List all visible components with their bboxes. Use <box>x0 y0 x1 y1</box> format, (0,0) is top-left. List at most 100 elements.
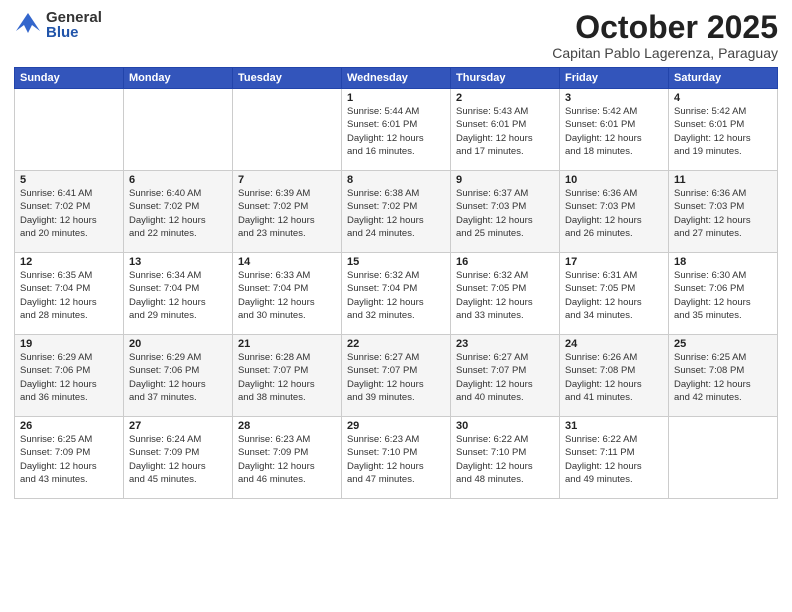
calendar-week-row: 1Sunrise: 5:44 AMSunset: 6:01 PMDaylight… <box>15 89 778 171</box>
day-number: 7 <box>238 174 336 186</box>
day-info: Sunrise: 6:29 AMSunset: 7:06 PMDaylight:… <box>20 351 118 404</box>
calendar-week-row: 5Sunrise: 6:41 AMSunset: 7:02 PMDaylight… <box>15 171 778 253</box>
day-number: 14 <box>238 256 336 268</box>
calendar-header: Sunday Monday Tuesday Wednesday Thursday… <box>15 68 778 89</box>
day-info: Sunrise: 6:28 AMSunset: 7:07 PMDaylight:… <box>238 351 336 404</box>
calendar-cell: 31Sunrise: 6:22 AMSunset: 7:11 PMDayligh… <box>560 417 669 499</box>
day-info: Sunrise: 6:22 AMSunset: 7:10 PMDaylight:… <box>456 433 554 486</box>
calendar-cell: 23Sunrise: 6:27 AMSunset: 7:07 PMDayligh… <box>451 335 560 417</box>
calendar-cell: 1Sunrise: 5:44 AMSunset: 6:01 PMDaylight… <box>342 89 451 171</box>
header-thursday: Thursday <box>451 68 560 89</box>
day-info: Sunrise: 6:39 AMSunset: 7:02 PMDaylight:… <box>238 187 336 240</box>
day-info: Sunrise: 6:32 AMSunset: 7:04 PMDaylight:… <box>347 269 445 322</box>
page: General Blue October 2025 Capitan Pablo … <box>0 0 792 612</box>
calendar-cell: 30Sunrise: 6:22 AMSunset: 7:10 PMDayligh… <box>451 417 560 499</box>
calendar-cell: 10Sunrise: 6:36 AMSunset: 7:03 PMDayligh… <box>560 171 669 253</box>
calendar-body: 1Sunrise: 5:44 AMSunset: 6:01 PMDaylight… <box>15 89 778 499</box>
calendar-cell: 9Sunrise: 6:37 AMSunset: 7:03 PMDaylight… <box>451 171 560 253</box>
calendar-cell: 11Sunrise: 6:36 AMSunset: 7:03 PMDayligh… <box>669 171 778 253</box>
day-number: 15 <box>347 256 445 268</box>
calendar-cell: 4Sunrise: 5:42 AMSunset: 6:01 PMDaylight… <box>669 89 778 171</box>
calendar-cell: 25Sunrise: 6:25 AMSunset: 7:08 PMDayligh… <box>669 335 778 417</box>
day-number: 24 <box>565 338 663 350</box>
calendar-week-row: 19Sunrise: 6:29 AMSunset: 7:06 PMDayligh… <box>15 335 778 417</box>
calendar-week-row: 26Sunrise: 6:25 AMSunset: 7:09 PMDayligh… <box>15 417 778 499</box>
day-number: 13 <box>129 256 227 268</box>
calendar-table: Sunday Monday Tuesday Wednesday Thursday… <box>14 67 778 499</box>
calendar-cell: 5Sunrise: 6:41 AMSunset: 7:02 PMDaylight… <box>15 171 124 253</box>
day-info: Sunrise: 6:36 AMSunset: 7:03 PMDaylight:… <box>674 187 772 240</box>
calendar-cell: 21Sunrise: 6:28 AMSunset: 7:07 PMDayligh… <box>233 335 342 417</box>
day-info: Sunrise: 6:31 AMSunset: 7:05 PMDaylight:… <box>565 269 663 322</box>
calendar-cell: 3Sunrise: 5:42 AMSunset: 6:01 PMDaylight… <box>560 89 669 171</box>
day-info: Sunrise: 6:22 AMSunset: 7:11 PMDaylight:… <box>565 433 663 486</box>
header-sunday: Sunday <box>15 68 124 89</box>
day-number: 30 <box>456 420 554 432</box>
day-number: 12 <box>20 256 118 268</box>
logo: General Blue <box>14 10 102 40</box>
day-info: Sunrise: 6:35 AMSunset: 7:04 PMDaylight:… <box>20 269 118 322</box>
day-info: Sunrise: 6:29 AMSunset: 7:06 PMDaylight:… <box>129 351 227 404</box>
calendar-cell: 27Sunrise: 6:24 AMSunset: 7:09 PMDayligh… <box>124 417 233 499</box>
weekday-header-row: Sunday Monday Tuesday Wednesday Thursday… <box>15 68 778 89</box>
day-number: 27 <box>129 420 227 432</box>
calendar-cell: 18Sunrise: 6:30 AMSunset: 7:06 PMDayligh… <box>669 253 778 335</box>
day-number: 8 <box>347 174 445 186</box>
day-info: Sunrise: 6:32 AMSunset: 7:05 PMDaylight:… <box>456 269 554 322</box>
day-number: 4 <box>674 92 772 104</box>
header-friday: Friday <box>560 68 669 89</box>
header-saturday: Saturday <box>669 68 778 89</box>
calendar-cell: 13Sunrise: 6:34 AMSunset: 7:04 PMDayligh… <box>124 253 233 335</box>
calendar-cell: 6Sunrise: 6:40 AMSunset: 7:02 PMDaylight… <box>124 171 233 253</box>
day-info: Sunrise: 6:41 AMSunset: 7:02 PMDaylight:… <box>20 187 118 240</box>
calendar-cell <box>15 89 124 171</box>
day-number: 20 <box>129 338 227 350</box>
day-info: Sunrise: 6:23 AMSunset: 7:09 PMDaylight:… <box>238 433 336 486</box>
calendar-week-row: 12Sunrise: 6:35 AMSunset: 7:04 PMDayligh… <box>15 253 778 335</box>
logo-blue: Blue <box>46 25 102 40</box>
logo-text: General Blue <box>46 10 102 40</box>
calendar-cell <box>233 89 342 171</box>
calendar-cell: 26Sunrise: 6:25 AMSunset: 7:09 PMDayligh… <box>15 417 124 499</box>
day-number: 3 <box>565 92 663 104</box>
day-info: Sunrise: 6:38 AMSunset: 7:02 PMDaylight:… <box>347 187 445 240</box>
day-number: 10 <box>565 174 663 186</box>
calendar-cell: 22Sunrise: 6:27 AMSunset: 7:07 PMDayligh… <box>342 335 451 417</box>
day-info: Sunrise: 6:33 AMSunset: 7:04 PMDaylight:… <box>238 269 336 322</box>
day-number: 16 <box>456 256 554 268</box>
day-number: 17 <box>565 256 663 268</box>
day-number: 22 <box>347 338 445 350</box>
day-number: 6 <box>129 174 227 186</box>
day-info: Sunrise: 6:27 AMSunset: 7:07 PMDaylight:… <box>456 351 554 404</box>
header-monday: Monday <box>124 68 233 89</box>
day-info: Sunrise: 6:37 AMSunset: 7:03 PMDaylight:… <box>456 187 554 240</box>
day-number: 23 <box>456 338 554 350</box>
calendar-cell: 17Sunrise: 6:31 AMSunset: 7:05 PMDayligh… <box>560 253 669 335</box>
month-title: October 2025 <box>552 10 778 45</box>
day-info: Sunrise: 6:25 AMSunset: 7:08 PMDaylight:… <box>674 351 772 404</box>
calendar-cell <box>124 89 233 171</box>
calendar-cell: 24Sunrise: 6:26 AMSunset: 7:08 PMDayligh… <box>560 335 669 417</box>
day-info: Sunrise: 5:44 AMSunset: 6:01 PMDaylight:… <box>347 105 445 158</box>
calendar-cell: 16Sunrise: 6:32 AMSunset: 7:05 PMDayligh… <box>451 253 560 335</box>
calendar-cell: 2Sunrise: 5:43 AMSunset: 6:01 PMDaylight… <box>451 89 560 171</box>
day-info: Sunrise: 6:40 AMSunset: 7:02 PMDaylight:… <box>129 187 227 240</box>
day-info: Sunrise: 6:27 AMSunset: 7:07 PMDaylight:… <box>347 351 445 404</box>
day-number: 9 <box>456 174 554 186</box>
calendar-cell: 12Sunrise: 6:35 AMSunset: 7:04 PMDayligh… <box>15 253 124 335</box>
title-block: October 2025 Capitan Pablo Lagerenza, Pa… <box>552 10 778 61</box>
day-number: 5 <box>20 174 118 186</box>
day-info: Sunrise: 6:26 AMSunset: 7:08 PMDaylight:… <box>565 351 663 404</box>
day-info: Sunrise: 6:34 AMSunset: 7:04 PMDaylight:… <box>129 269 227 322</box>
calendar-cell: 7Sunrise: 6:39 AMSunset: 7:02 PMDaylight… <box>233 171 342 253</box>
calendar-cell: 28Sunrise: 6:23 AMSunset: 7:09 PMDayligh… <box>233 417 342 499</box>
day-number: 28 <box>238 420 336 432</box>
day-number: 25 <box>674 338 772 350</box>
day-info: Sunrise: 6:23 AMSunset: 7:10 PMDaylight:… <box>347 433 445 486</box>
day-info: Sunrise: 5:43 AMSunset: 6:01 PMDaylight:… <box>456 105 554 158</box>
day-number: 11 <box>674 174 772 186</box>
logo-icon <box>14 11 42 39</box>
calendar-cell: 20Sunrise: 6:29 AMSunset: 7:06 PMDayligh… <box>124 335 233 417</box>
day-info: Sunrise: 5:42 AMSunset: 6:01 PMDaylight:… <box>565 105 663 158</box>
calendar-cell: 29Sunrise: 6:23 AMSunset: 7:10 PMDayligh… <box>342 417 451 499</box>
